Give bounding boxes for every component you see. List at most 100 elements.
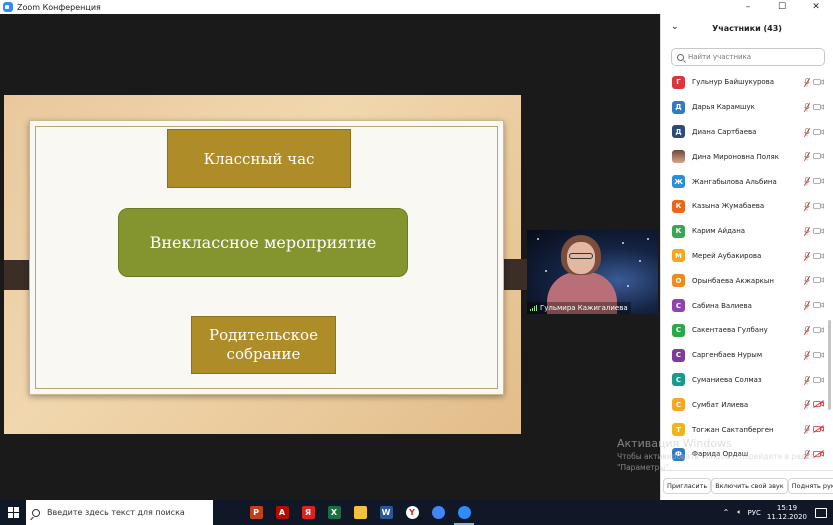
video-off-icon[interactable] <box>813 227 824 235</box>
taskbar-app-word[interactable]: W <box>373 500 399 525</box>
muted-mic-icon[interactable] <box>804 251 810 261</box>
participant-search[interactable] <box>671 48 825 66</box>
participant-avatar <box>672 150 685 164</box>
muted-mic-icon[interactable] <box>804 375 810 385</box>
zoom-logo-icon <box>3 2 13 12</box>
taskbar-app-yandex-browser[interactable]: Y <box>399 500 425 525</box>
participant-row[interactable]: Ж Жангабылова Альбина <box>661 169 826 194</box>
taskbar-apps: PAЯX WY <box>243 500 477 525</box>
participant-avatar: О <box>672 274 685 288</box>
maximize-button[interactable]: ☐ <box>765 0 799 14</box>
video-off-icon[interactable] <box>813 425 824 434</box>
video-off-icon[interactable] <box>813 301 824 309</box>
window-title: Zoom Конференция <box>17 2 101 12</box>
participant-avatar: Д <box>672 125 685 139</box>
muted-mic-icon[interactable] <box>804 350 810 360</box>
muted-mic-icon[interactable] <box>804 301 810 311</box>
notifications-icon[interactable] <box>815 507 827 518</box>
participants-footer: Пригласить Включить свой звук Поднять ру… <box>661 470 833 500</box>
collapse-chevron-icon[interactable]: ⌄ <box>671 22 679 32</box>
participant-row[interactable]: К Казына Жумабаева <box>661 194 826 219</box>
video-off-icon[interactable] <box>813 376 824 384</box>
video-off-icon[interactable] <box>813 128 824 136</box>
participant-name: Тогжан Сактапберген <box>692 425 774 434</box>
video-off-icon[interactable] <box>813 202 824 210</box>
participant-row[interactable]: О Орынбаева Акжаркын <box>661 268 826 293</box>
participant-row[interactable]: С Сакентаева Гулбану <box>661 318 826 343</box>
tray-overflow-icon[interactable]: ⌃ <box>723 508 730 517</box>
minimize-button[interactable]: – <box>731 0 765 14</box>
invite-button[interactable]: Пригласить <box>663 477 712 494</box>
muted-mic-icon[interactable] <box>804 202 810 211</box>
unmute-myself-button[interactable]: Включить свой звук <box>711 477 788 494</box>
muted-mic-icon[interactable] <box>804 450 810 459</box>
participant-row[interactable]: С Саргенбаев Нурым <box>661 343 826 368</box>
muted-mic-icon[interactable] <box>804 400 810 410</box>
muted-mic-icon[interactable] <box>804 152 810 162</box>
participant-avatar: Г <box>672 75 685 89</box>
clock-time: 15:19 <box>776 503 798 512</box>
participant-avatar: Т <box>672 423 685 437</box>
muted-mic-icon[interactable] <box>804 226 810 236</box>
yandex-browser-icon: Y <box>405 506 419 519</box>
participant-row[interactable]: С Сабина Валиева <box>661 293 826 318</box>
zoom-window: Zoom Конференция – ☐ ✕ Классный час Внек… <box>0 0 833 525</box>
video-off-icon[interactable] <box>813 276 824 284</box>
video-off-icon[interactable] <box>813 152 824 160</box>
taskbar-app-acrobat[interactable]: A <box>269 500 295 525</box>
participants-list[interactable]: Г Гульнур Байшукурова Д Дарья Карамшук Д Диан… <box>661 70 826 461</box>
video-off-icon[interactable] <box>813 252 824 260</box>
video-off-icon[interactable] <box>813 177 824 185</box>
participant-avatar: С <box>672 398 685 412</box>
taskbar-app-powerpoint[interactable]: P <box>243 500 269 525</box>
muted-mic-icon[interactable] <box>804 425 810 435</box>
participant-name: Мерей Аубакирова <box>692 251 762 260</box>
participant-row[interactable]: С Сумбат Илиева <box>661 392 826 417</box>
muted-mic-icon[interactable] <box>804 276 810 286</box>
muted-mic-icon[interactable] <box>804 102 810 112</box>
language-indicator[interactable]: РУС <box>748 509 761 517</box>
video-off-icon[interactable] <box>813 351 824 359</box>
windows-taskbar: Введите здесь текст для поиска PAЯX WY ⌃ … <box>0 500 833 525</box>
taskbar-app-yandex[interactable]: Я <box>295 500 321 525</box>
participant-name: Карим Айдана <box>692 227 746 236</box>
clock[interactable]: 15:19 11.12.2020 <box>767 504 807 522</box>
participant-row[interactable]: Д Диана Сартбаева <box>661 120 826 145</box>
participant-row[interactable]: Дина Мироновна Поляк <box>661 144 826 169</box>
participant-name: Гульнур Байшукурова <box>692 78 775 87</box>
video-participant-name: Гульмира Кажигалиева <box>540 304 628 312</box>
taskbar-app-excel[interactable]: X <box>321 500 347 525</box>
participant-row[interactable]: С Суманиева Солмаз <box>661 368 826 393</box>
participant-row[interactable]: Д Дарья Карамшук <box>661 95 826 120</box>
participant-row[interactable]: М Мерей Аубакирова <box>661 244 826 269</box>
muted-mic-icon[interactable] <box>804 127 810 137</box>
participant-row[interactable]: Ф Фарида Ордаш <box>661 442 826 461</box>
video-off-icon[interactable] <box>813 326 824 334</box>
participant-avatar: Ж <box>672 175 685 189</box>
muted-mic-icon[interactable] <box>804 326 810 335</box>
start-button[interactable] <box>0 500 26 525</box>
video-off-icon[interactable] <box>813 78 824 86</box>
taskbar-app-zoom[interactable] <box>451 500 477 525</box>
participant-avatar: М <box>672 249 685 263</box>
close-button[interactable]: ✕ <box>799 0 833 14</box>
video-off-icon[interactable] <box>813 450 824 458</box>
participant-row[interactable]: Т Тогжан Сактапберген <box>661 417 826 442</box>
participant-name: Саргенбаев Нурым <box>692 351 763 360</box>
participant-row[interactable]: Г Гульнур Байшукурова <box>661 70 826 95</box>
participants-scrollbar[interactable] <box>827 70 832 461</box>
raise-hand-button[interactable]: Поднять руку <box>787 477 833 494</box>
video-off-icon[interactable] <box>813 400 824 409</box>
muted-mic-icon[interactable] <box>804 78 810 87</box>
taskbar-app-chrome[interactable] <box>425 500 451 525</box>
participant-row[interactable]: К Карим Айдана <box>661 219 826 244</box>
video-tile[interactable]: Гульмира Кажигалиева <box>527 230 658 314</box>
taskbar-app-file-explorer[interactable] <box>347 500 373 525</box>
volume-icon[interactable]: 🔈︎ <box>737 508 741 517</box>
signal-strength-icon <box>530 305 537 311</box>
participant-search-input[interactable] <box>688 53 808 61</box>
muted-mic-icon[interactable] <box>804 177 810 187</box>
taskbar-search[interactable]: Введите здесь текст для поиска <box>26 500 213 525</box>
video-off-icon[interactable] <box>813 103 824 111</box>
participants-panel: ⌄ Участники (43) Г Гульнур Байшукурова Д Да… <box>660 14 833 500</box>
